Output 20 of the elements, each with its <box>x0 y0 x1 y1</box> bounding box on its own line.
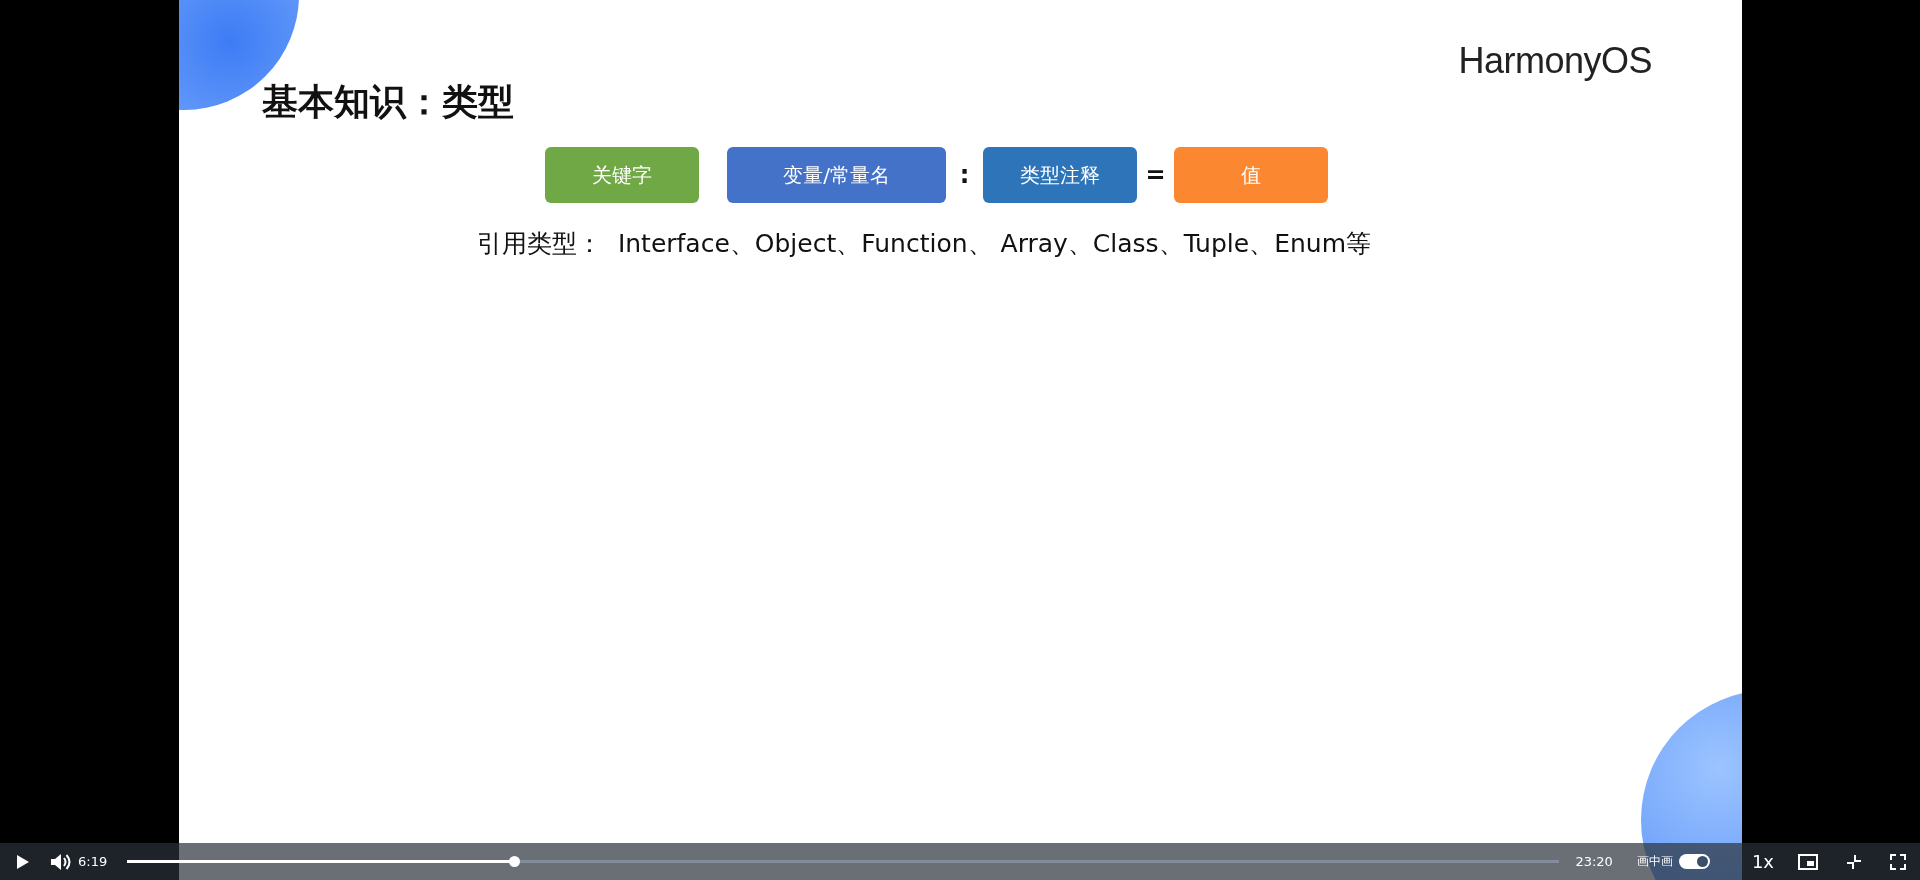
duration-time: 23:20 <box>1575 854 1613 869</box>
syntax-box: 关键字 <box>545 147 699 203</box>
syntax-symbol: = <box>1144 161 1167 189</box>
exit-fullscreen-icon[interactable] <box>1846 853 1862 870</box>
elapsed-time: 6:19 <box>78 854 108 869</box>
fullscreen-icon[interactable] <box>1890 853 1906 870</box>
speed-button[interactable]: 1x <box>1751 851 1774 872</box>
syntax-symbol: : <box>958 161 971 189</box>
slide-title: 基本知识：类型 <box>262 80 514 124</box>
pip-label: 画中画 <box>1636 853 1673 870</box>
play-icon[interactable] <box>16 853 30 870</box>
pip-toggle[interactable] <box>1678 854 1710 869</box>
reference-types-text: 引用类型： Interface、Object、Function、 Array、Class、Tuple、Enum等 <box>477 228 1372 260</box>
syntax-box: 值 <box>1174 147 1328 203</box>
logo-text: HarmonyOS <box>1458 40 1652 82</box>
volume-icon[interactable] <box>50 852 72 871</box>
mini-player-icon[interactable] <box>1798 853 1818 870</box>
syntax-box: 变量/常量名 <box>727 147 946 203</box>
progress-handle[interactable] <box>508 856 520 867</box>
syntax-box: 类型注释 <box>983 147 1137 203</box>
